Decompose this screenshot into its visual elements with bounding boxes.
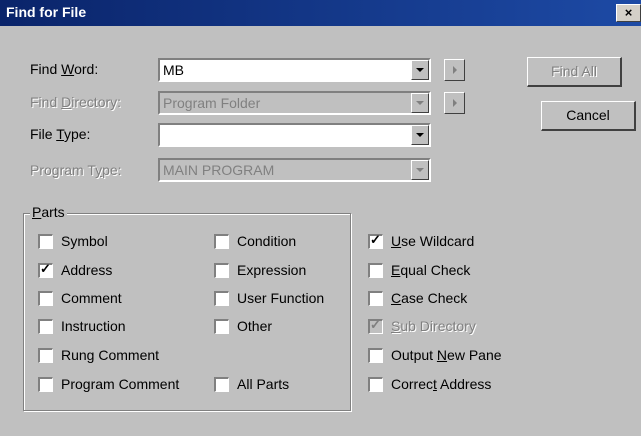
program-type-label: Program Type: xyxy=(30,162,122,178)
chevron-down-icon[interactable] xyxy=(411,93,429,113)
find-directory-arrow-button[interactable] xyxy=(444,92,465,114)
find-word-arrow-button[interactable] xyxy=(444,59,465,81)
file-type-label: File Type: xyxy=(30,126,91,142)
window-title: Find for File xyxy=(6,4,87,20)
check-icon: ✓ xyxy=(40,261,51,276)
title-bar: Find for File × xyxy=(0,0,641,26)
chevron-down-icon[interactable] xyxy=(411,125,429,145)
find-directory-value: Program Folder xyxy=(163,95,261,111)
chevron-down-icon[interactable] xyxy=(411,60,429,80)
file-type-combo[interactable] xyxy=(158,123,431,147)
parts-group-label: Parts xyxy=(30,204,67,220)
find-all-button[interactable]: Find All xyxy=(527,57,622,87)
find-word-combo[interactable]: MB xyxy=(158,58,431,82)
chevron-down-icon[interactable] xyxy=(411,160,429,180)
find-directory-label: Find Directory: xyxy=(30,94,122,110)
close-icon[interactable]: × xyxy=(616,4,641,22)
find-word-label: Find Word: xyxy=(30,61,99,77)
find-directory-combo[interactable]: Program Folder xyxy=(158,91,431,115)
check-icon: ✓ xyxy=(370,317,381,332)
find-word-value: MB xyxy=(163,62,184,78)
program-type-combo[interactable]: MAIN PROGRAM xyxy=(158,158,431,182)
check-icon: ✓ xyxy=(370,232,381,247)
program-type-value: MAIN PROGRAM xyxy=(163,162,275,178)
cancel-button[interactable]: Cancel xyxy=(541,101,636,131)
